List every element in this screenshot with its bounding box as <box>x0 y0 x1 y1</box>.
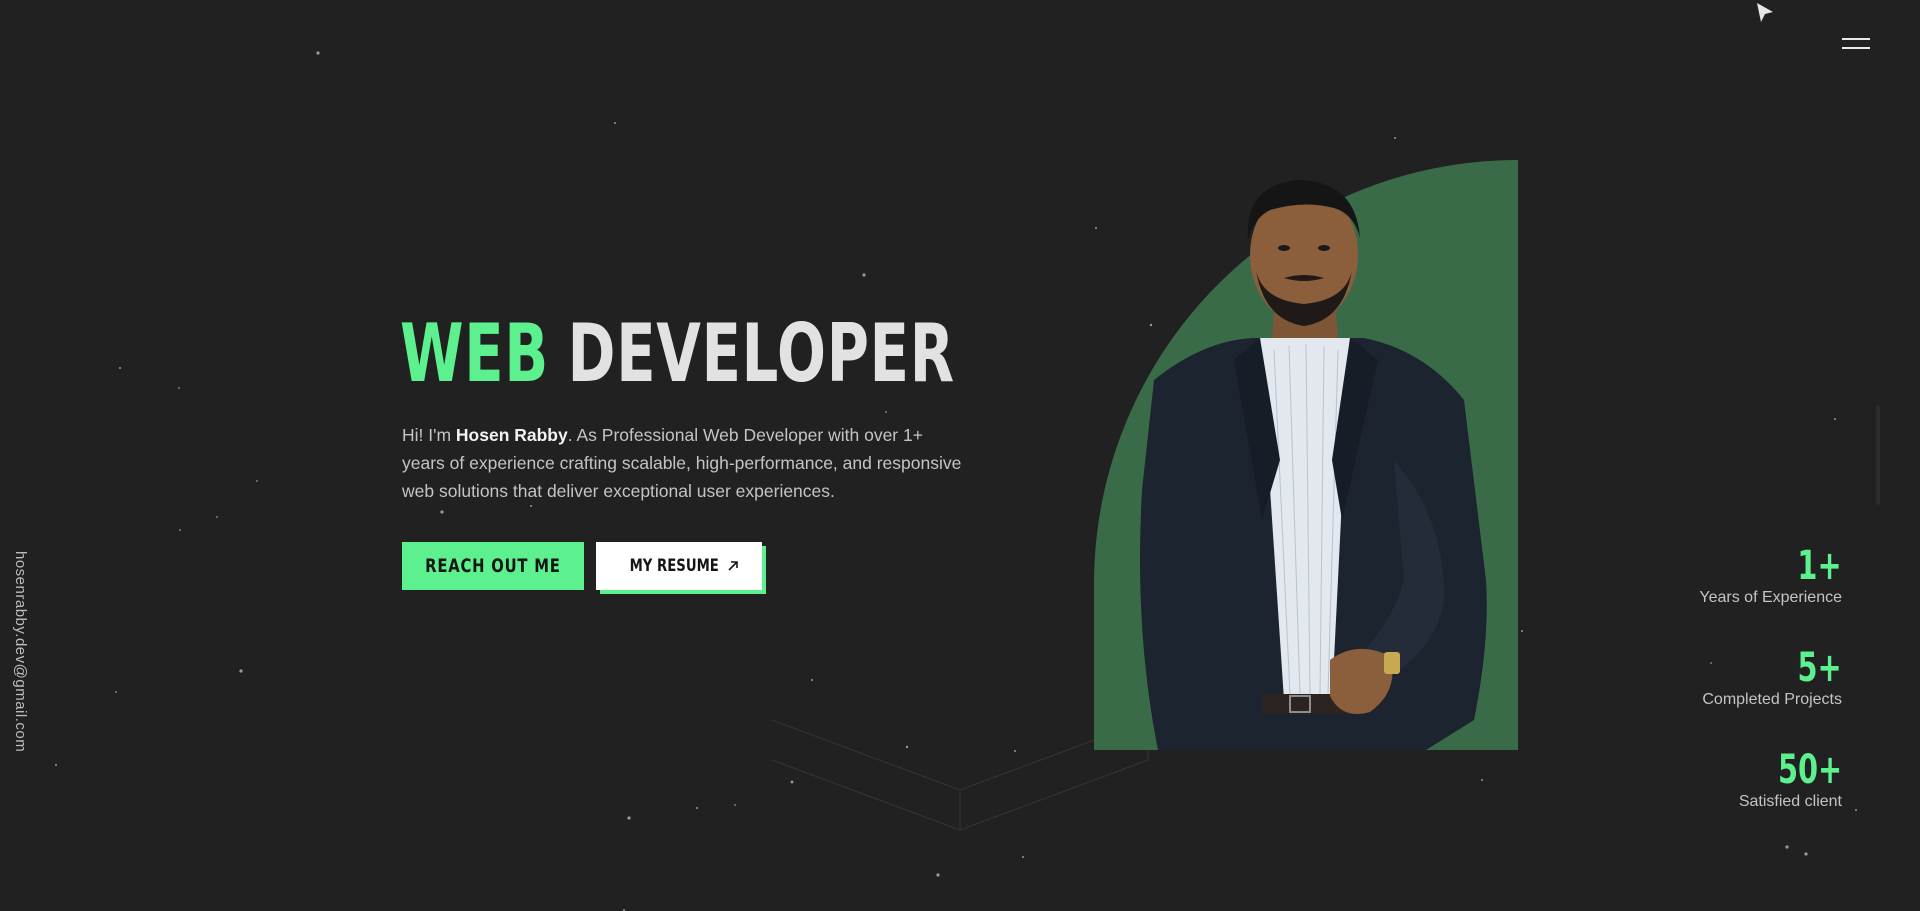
hamburger-menu-icon[interactable] <box>1838 34 1872 52</box>
portfolio-hero-page: WEB DEVELOPER Hi! I'm Hosen Rabby. As Pro… <box>0 0 1920 911</box>
stat-completed-projects: 5+ Completed Projects <box>1702 646 1842 709</box>
arrow-up-right-icon <box>728 561 739 571</box>
reach-out-button-label: REACH OUT ME <box>425 555 561 577</box>
mouse-cursor-icon <box>1757 3 1773 22</box>
stat-value: 1+ <box>1797 543 1842 589</box>
hero-title: WEB DEVELOPER <box>400 308 955 400</box>
stat-value: 5+ <box>1797 645 1842 691</box>
stat-label: Years of Experience <box>1699 589 1842 606</box>
menu-line <box>1842 38 1870 40</box>
intro-prefix: Hi! I'm <box>402 425 456 445</box>
stat-value: 50+ <box>1777 747 1842 793</box>
stat-label: Completed Projects <box>1702 691 1842 708</box>
stat-satisfied-clients: 50+ Satisfied client <box>1739 748 1842 811</box>
menu-line <box>1842 47 1870 49</box>
hero-title-main: DEVELOPER <box>567 307 955 400</box>
resume-button-label: MY RESUME <box>629 556 719 576</box>
contact-email[interactable]: hosenrabby.dev@gmail.com <box>12 551 29 752</box>
hero-intro-text: Hi! I'm Hosen Rabby. As Professional Web… <box>402 421 962 505</box>
profile-photo <box>1094 160 1518 750</box>
scroll-indicator[interactable] <box>1876 405 1880 505</box>
stat-label: Satisfied client <box>1738 793 1842 810</box>
resume-button[interactable]: MY RESUME <box>596 542 762 590</box>
profile-illustration <box>1094 160 1518 750</box>
stat-years-experience: 1+ Years of Experience <box>1699 544 1842 607</box>
intro-name: Hosen Rabby <box>455 425 568 445</box>
reach-out-button[interactable]: REACH OUT ME <box>402 542 584 590</box>
hero-title-accent: WEB <box>400 307 549 400</box>
